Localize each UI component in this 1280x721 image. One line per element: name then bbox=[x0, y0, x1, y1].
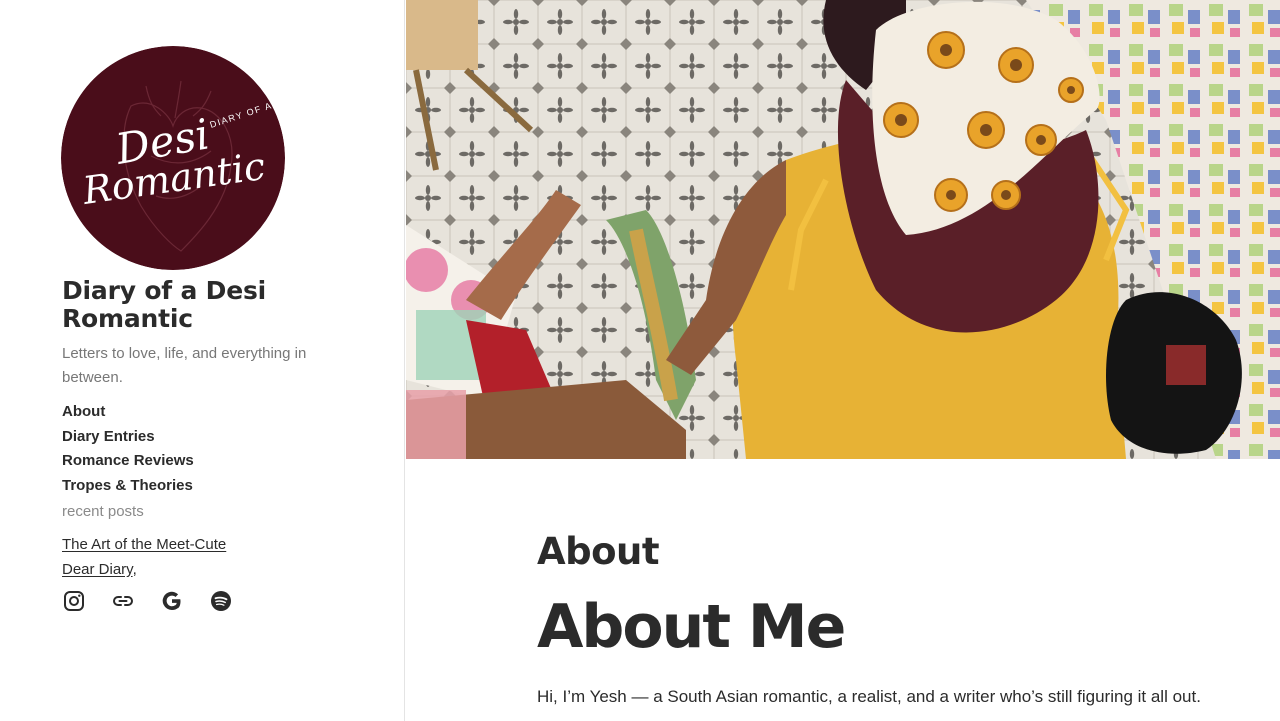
list-item: Dear Diary, bbox=[62, 558, 226, 583]
spotify-icon bbox=[211, 591, 231, 611]
recent-posts-heading: recent posts bbox=[62, 503, 144, 520]
nav-item-romance-reviews[interactable]: Romance Reviews bbox=[62, 449, 194, 474]
sidebar: DIARY OF A Desi Romantic Diary of a Desi… bbox=[0, 0, 405, 721]
hero-image bbox=[406, 0, 1280, 459]
website-link[interactable] bbox=[111, 589, 135, 613]
post-title: About Me bbox=[537, 592, 846, 662]
nav-item-diary-entries[interactable]: Diary Entries bbox=[62, 425, 194, 450]
list-separator: , bbox=[132, 560, 137, 578]
logo-image: DIARY OF A Desi Romantic bbox=[61, 46, 285, 270]
nav-item-tropes-theories[interactable]: Tropes & Theories bbox=[62, 474, 194, 499]
list-item: The Art of the Meet-Cute bbox=[62, 533, 226, 558]
link-icon bbox=[113, 596, 133, 606]
google-icon bbox=[162, 591, 181, 611]
intro-paragraph: Hi, I’m Yesh — a South Asian romantic, a… bbox=[537, 687, 1201, 706]
site-title[interactable]: Diary of a Desi Romantic bbox=[62, 277, 362, 333]
recent-posts-list: The Art of the Meet-Cute Dear Diary, bbox=[62, 533, 226, 582]
google-link[interactable] bbox=[160, 589, 184, 613]
site-logo[interactable]: DIARY OF A Desi Romantic bbox=[61, 46, 285, 270]
hero-photo bbox=[406, 0, 1280, 459]
site-tagline: Letters to love, life, and everything in… bbox=[62, 345, 307, 386]
instagram-icon bbox=[64, 591, 84, 611]
recent-post-link[interactable]: The Art of the Meet-Cute bbox=[62, 536, 226, 553]
main-nav: About Diary Entries Romance Reviews Trop… bbox=[62, 400, 194, 498]
nav-item-about[interactable]: About bbox=[62, 400, 194, 425]
social-links bbox=[62, 589, 233, 613]
spotify-link[interactable] bbox=[209, 589, 233, 613]
recent-post-link[interactable]: Dear Diary bbox=[62, 561, 133, 578]
page-heading: About bbox=[537, 530, 660, 573]
instagram-link[interactable] bbox=[62, 589, 86, 613]
